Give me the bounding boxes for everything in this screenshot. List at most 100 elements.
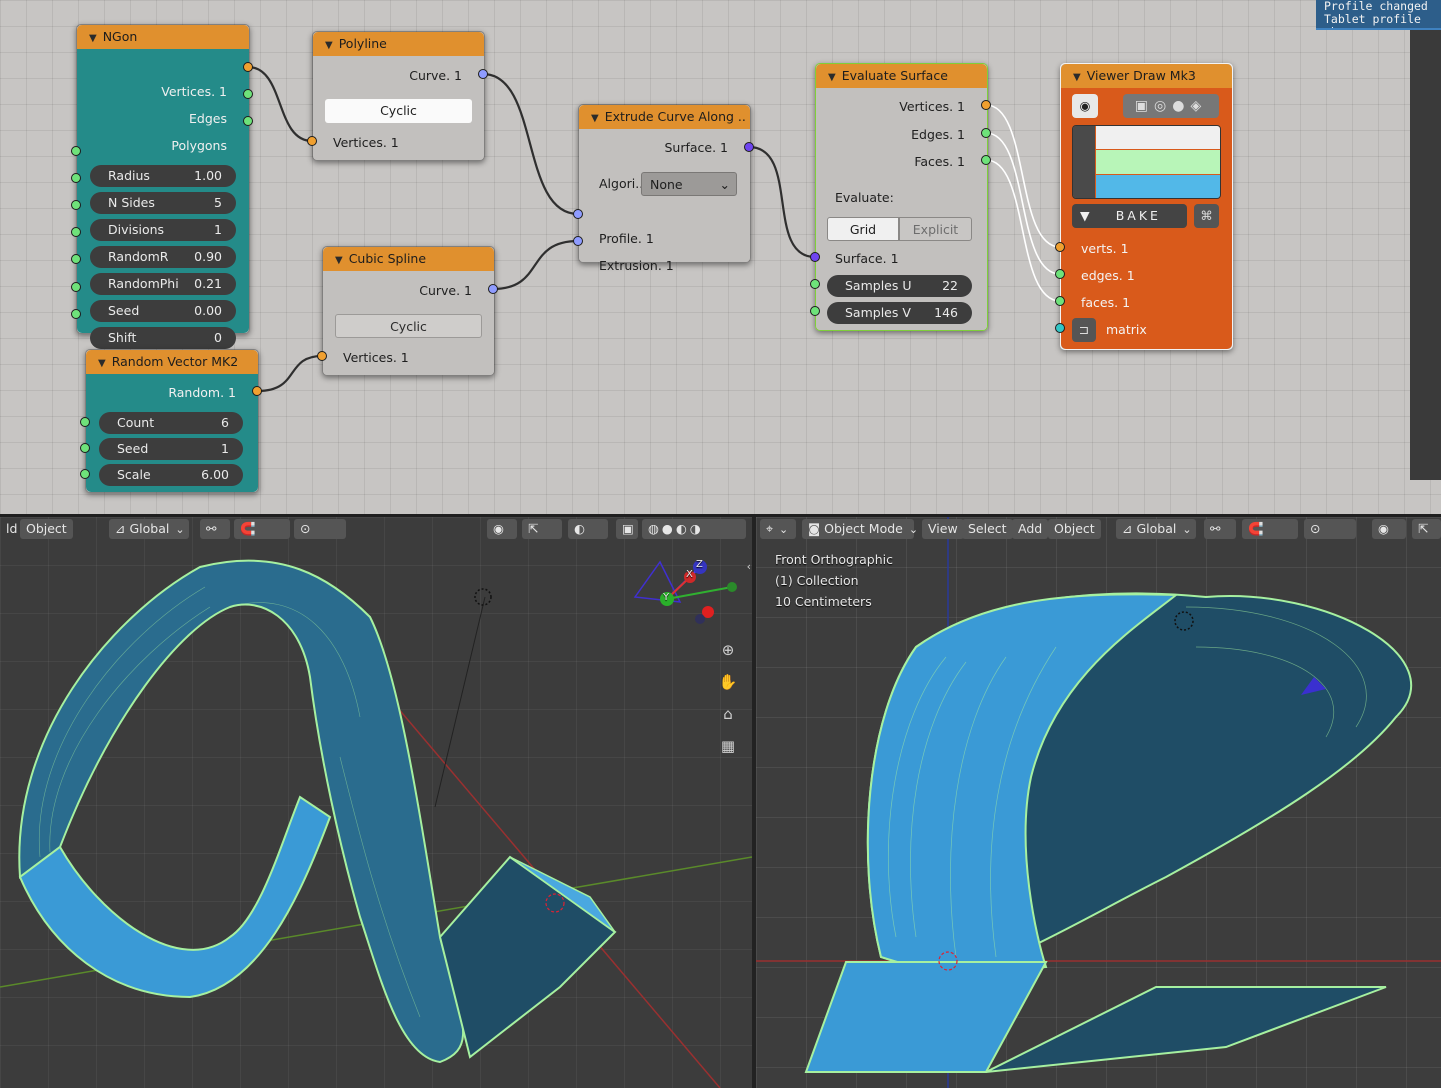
polyline-node[interactable]: ▼ Polyline Curve. 1 Cyclic Vertices. 1 [312,31,485,161]
socket-out-curve[interactable] [488,284,498,294]
menu-object[interactable]: Object [1048,519,1101,539]
socket-in-faces[interactable] [1055,296,1065,306]
socket-in-surface[interactable] [810,252,820,262]
zoom-icon[interactable]: ⊕ [718,640,738,660]
socket-in-scale[interactable] [80,469,90,479]
camera-icon[interactable]: ⌂ [718,704,738,724]
gizmo-toggle-icon[interactable]: ⇱ [1412,519,1441,539]
eye-icon[interactable]: ◉ [1072,94,1098,118]
socket-out-faces[interactable] [981,155,991,165]
visibility-icon[interactable]: ◉ [487,519,517,539]
socket-out-edges[interactable] [243,89,253,99]
node-header[interactable]: ▼ Random Vector MK2 [86,350,258,374]
node-header[interactable]: ▼ Extrude Curve Along .. [579,105,750,129]
menu-view[interactable]: View [922,519,964,539]
gizmo-toggle-icon[interactable]: ⇱ [522,519,562,539]
random-phi-field[interactable]: RandomPhi 0.21 [90,273,236,295]
socket-in-random-r[interactable] [71,227,81,237]
socket-out-curve[interactable] [478,69,488,79]
socket-out-random[interactable] [252,386,262,396]
socket-in-seed[interactable] [80,443,90,453]
socket-out-vertices[interactable] [981,100,991,110]
socket-in-edges[interactable] [1055,269,1065,279]
viewer-draw-node[interactable]: ▼ Viewer Draw Mk3 ◉ ▣◎●◈ ▼ BAKE ⌘ verts. 1… [1060,63,1233,350]
socket-in-extrusion[interactable] [573,236,583,246]
display-mode-icons[interactable]: ▣◎●◈ [1123,94,1219,118]
node-header[interactable]: ▼ Evaluate Surface [816,64,987,88]
node-header[interactable]: ▼ NGon [77,25,249,49]
seed-field[interactable]: Seed 1 [99,438,243,460]
socket-in-count[interactable] [80,417,90,427]
faces-color-swatch[interactable] [1096,175,1220,198]
samples-u-field[interactable]: Samples U 22 [827,275,972,297]
socket-out-surface[interactable] [744,142,754,152]
count-field[interactable]: Count 6 [99,412,243,434]
collapse-triangle-icon[interactable]: ▼ [89,33,97,44]
socket-out-vertices[interactable] [243,62,253,72]
socket-in-vertices[interactable] [317,351,327,361]
grid-mode-button[interactable]: Grid [827,217,899,241]
shift-field[interactable]: Shift 0 [90,327,236,349]
menu-object[interactable]: Object [20,519,73,539]
socket-in-n-sides[interactable] [71,173,81,183]
cubic-spline-node[interactable]: ▼ Cubic Spline Curve. 1 Cyclic Vertices. … [322,246,495,376]
viewport-front-orthographic[interactable]: ⌖ ◙ Object Mode View Select Add Object ⊿… [756,517,1441,1088]
node-header[interactable]: ▼ Cubic Spline [323,247,494,271]
random-r-field[interactable]: RandomR 0.90 [90,246,236,268]
extrude-curve-node[interactable]: ▼ Extrude Curve Along .. Surface. 1 Algor… [578,104,751,273]
navigation-gizmo[interactable]: Z X Y [630,557,740,637]
socket-in-profile[interactable] [573,209,583,219]
viewport-perspective[interactable]: ld Object ⊿ Global ⚯ 🧲 ⊙ ◉ ⇱ ◐ ▣ ◍●◐◑ Z … [0,517,752,1088]
explicit-mode-button[interactable]: Explicit [899,217,972,241]
socket-in-divisions[interactable] [71,200,81,210]
socket-out-polygons[interactable] [243,116,253,126]
transform-orientation-dropdown[interactable]: ⊿ Global [1116,519,1196,539]
menu-add[interactable]: Add [1012,519,1049,539]
random-vector-node[interactable]: ▼ Random Vector MK2 Random. 1 Count 6 Seed… [85,349,259,493]
menu-select[interactable]: Select [962,519,1013,539]
editor-type-icon[interactable]: ⌖ [760,519,796,539]
socket-in-radius[interactable] [71,146,81,156]
grid-perspective-icon[interactable]: ▦ [718,736,738,756]
node-header[interactable]: ▼ Polyline [313,32,484,56]
visibility-icon[interactable]: ◉ [1372,519,1406,539]
focus-icon[interactable]: ⌘ [1194,204,1219,228]
socket-in-seed[interactable] [71,282,81,292]
socket-out-edges[interactable] [981,128,991,138]
hand-pan-icon[interactable]: ✋ [718,672,738,692]
xray-icon[interactable]: ▣ [616,519,638,539]
samples-v-field[interactable]: Samples V 146 [827,302,972,324]
n-sides-field[interactable]: N Sides 5 [90,192,236,214]
side-panel[interactable] [1410,0,1441,480]
ngon-node[interactable]: ▼ NGon Vertices. 1 Edges Polygons Radius 1… [76,24,250,349]
cyclic-toggle[interactable]: Cyclic [325,99,472,123]
socket-in-samples-v[interactable] [810,306,820,316]
bake-button[interactable]: ▼ BAKE [1072,204,1187,228]
shading-mode-icons[interactable]: ◍●◐◑ [642,519,746,539]
verts-color-swatch[interactable] [1096,126,1220,149]
overlay-toggle-icon[interactable]: ◐ [568,519,608,539]
collapse-triangle-icon[interactable]: ▼ [98,358,106,369]
matrix-icon[interactable]: ⊐ [1072,318,1096,342]
snap-icon[interactable]: 🧲 [234,519,290,539]
sidebar-toggle-icon[interactable]: ‹› [741,557,752,577]
node-header[interactable]: ▼ Viewer Draw Mk3 [1061,64,1232,88]
collapse-triangle-icon[interactable]: ▼ [591,113,599,124]
scale-field[interactable]: Scale 6.00 [99,464,243,486]
mode-dropdown[interactable]: ◙ Object Mode [802,519,914,539]
socket-in-matrix[interactable] [1055,323,1065,333]
evaluate-surface-node[interactable]: ▼ Evaluate Surface Vertices. 1 Edges. 1 F… [815,63,988,331]
collapse-triangle-icon[interactable]: ▼ [1073,72,1081,83]
divisions-field[interactable]: Divisions 1 [90,219,236,241]
proportional-edit-icon[interactable]: ⊙ [294,519,346,539]
pivot-icon[interactable]: ⚯ [1204,519,1236,539]
snap-icon[interactable]: 🧲 [1242,519,1298,539]
socket-in-verts[interactable] [1055,242,1065,252]
radius-field[interactable]: Radius 1.00 [90,165,236,187]
pivot-icon[interactable]: ⚯ [200,519,230,539]
socket-in-samples-u[interactable] [810,279,820,289]
collapse-triangle-icon[interactable]: ▼ [335,255,343,266]
algorithm-dropdown[interactable]: None ⌄ [641,172,737,196]
socket-in-shift[interactable] [71,309,81,319]
edges-color-swatch[interactable] [1096,150,1220,174]
